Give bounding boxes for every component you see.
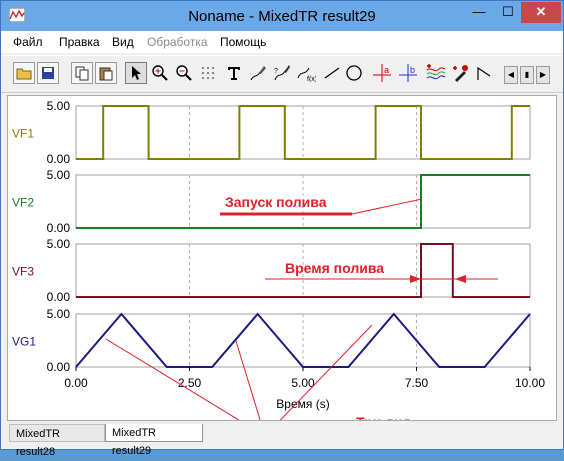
y-tick-label: 5.00 xyxy=(47,307,71,321)
svg-text:b: b xyxy=(410,65,415,75)
x-tick-label: 10.00 xyxy=(515,376,545,390)
pen-icon[interactable] xyxy=(247,62,269,84)
cursor-b-icon[interactable]: b xyxy=(397,62,419,84)
y-tick-label: 5.00 xyxy=(47,237,71,251)
menu-file[interactable]: Файл xyxy=(13,35,43,49)
scroll-right-icon[interactable]: ▶ xyxy=(536,66,550,84)
series-name: VF3 xyxy=(12,265,34,279)
zoom-out-icon[interactable] xyxy=(173,62,195,84)
close-button[interactable]: ✕ xyxy=(521,2,561,23)
minimize-button[interactable]: — xyxy=(465,2,493,23)
scroll-mid-icon[interactable]: ▮ xyxy=(520,66,534,84)
series-name: VG1 xyxy=(12,335,36,349)
y-tick-label: 0.00 xyxy=(47,360,71,374)
y-tick-label: 5.00 xyxy=(47,168,71,182)
y-tick-label: 0.00 xyxy=(47,290,71,304)
annotation-label: Три дня xyxy=(356,414,411,420)
scroll-left-icon[interactable]: ◀ xyxy=(504,66,518,84)
marker-icon[interactable]: ? xyxy=(271,62,293,84)
maximize-button[interactable]: ☐ xyxy=(495,2,521,23)
zoom-in-icon[interactable] xyxy=(149,62,171,84)
waveforms-icon[interactable] xyxy=(425,62,447,84)
menu-view[interactable]: Вид xyxy=(112,35,134,49)
save-icon[interactable] xyxy=(37,62,59,84)
svg-text:?: ? xyxy=(274,68,278,75)
tab-result28[interactable]: MixedTR result28 xyxy=(9,424,105,458)
series-name: VF2 xyxy=(12,196,34,210)
x-tick-label: 2.50 xyxy=(178,376,202,390)
waveform-chart[interactable]: 5.00 0.00 VF1 5.00 0.00 VF2 5.00 0.00 VF3 5.00 0.0… xyxy=(8,96,556,420)
application-window: Noname - MixedTR result29 — ☐ ✕ Файл Пра… xyxy=(0,0,564,458)
formula-icon[interactable]: f(x) xyxy=(295,62,317,84)
grid-icon[interactable] xyxy=(197,62,219,84)
annotation-label: Время полива xyxy=(285,260,384,276)
toolbar: ? f(x) a b ◀ ▮ ▶ xyxy=(1,55,563,93)
line-icon[interactable] xyxy=(321,62,343,84)
copy-icon[interactable] xyxy=(71,62,93,84)
svg-text:a: a xyxy=(384,65,389,75)
x-axis-label: Время (s) xyxy=(276,397,329,411)
paste-icon[interactable] xyxy=(95,62,117,84)
menu-bar: Файл Правка Вид Обработка Помощь xyxy=(1,31,563,53)
title-bar[interactable]: Noname - MixedTR result29 — ☐ ✕ xyxy=(1,1,563,31)
menu-edit[interactable]: Правка xyxy=(59,35,100,49)
open-icon[interactable] xyxy=(13,62,35,84)
polyline-icon[interactable] xyxy=(473,62,495,84)
waveform-plot-area[interactable]: 5.00 0.00 VF1 5.00 0.00 VF2 5.00 0.00 VF3 5.00 0.0… xyxy=(7,95,557,421)
cursor-a-icon[interactable]: a xyxy=(371,62,393,84)
x-tick-label: 0.00 xyxy=(64,376,88,390)
x-tick-label: 7.50 xyxy=(405,376,429,390)
text-icon[interactable] xyxy=(223,62,245,84)
menu-processing[interactable]: Обработка xyxy=(147,35,208,49)
svg-text:f(x): f(x) xyxy=(307,76,316,82)
cursor-icon[interactable] xyxy=(125,62,147,84)
menu-help[interactable]: Помощь xyxy=(220,35,266,49)
annotation-label: Запуск полива xyxy=(225,194,327,210)
circle-icon[interactable] xyxy=(343,62,365,84)
y-tick-label: 0.00 xyxy=(47,152,71,166)
color-picker-icon[interactable] xyxy=(449,62,471,84)
tab-result29[interactable]: MixedTR result29 xyxy=(105,424,203,457)
result-tabs: MixedTR result28 MixedTR result29 xyxy=(1,421,563,458)
series-name: VF1 xyxy=(12,127,34,141)
y-tick-label: 0.00 xyxy=(47,221,71,235)
y-tick-label: 5.00 xyxy=(47,99,71,113)
